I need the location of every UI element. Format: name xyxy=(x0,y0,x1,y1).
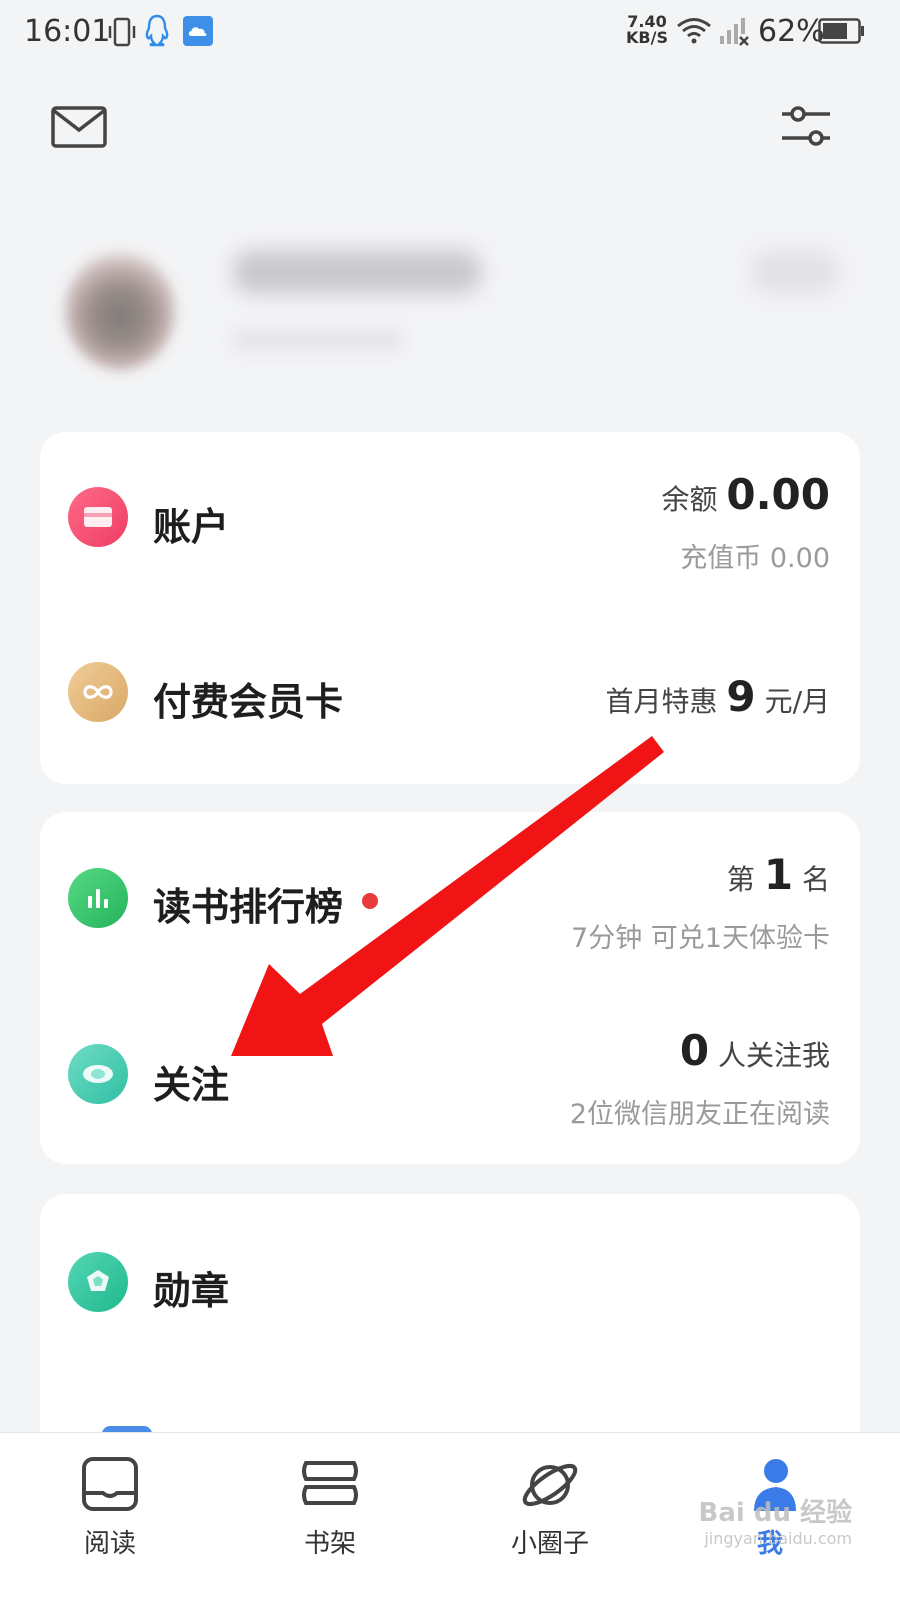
nav-circle-label: 小圈子 xyxy=(510,1529,589,1559)
membership-promo: 首月特惠 9 元/月 xyxy=(606,672,831,721)
medal-label: 勋章 xyxy=(153,1269,230,1313)
book-open-icon xyxy=(82,1457,138,1511)
follow-label: 关注 xyxy=(153,1063,230,1107)
profile-name-blurred xyxy=(232,250,482,294)
account-card: 账户 余额 0.00 充值币 0.00 付费会员卡 首月特惠 9 元/月 xyxy=(40,432,860,784)
balance-value: 0.00 xyxy=(726,470,830,519)
promo-suffix: 元/月 xyxy=(764,685,830,718)
nav-me[interactable]: 我 xyxy=(680,1433,860,1600)
mail-icon[interactable] xyxy=(50,104,108,150)
nav-me-label: 我 xyxy=(756,1529,783,1559)
network-speed: 7.40 KB/S xyxy=(626,12,668,47)
nav-read-label: 阅读 xyxy=(83,1529,136,1559)
notification-dot xyxy=(362,893,378,909)
promo-price: 9 xyxy=(726,672,756,721)
nav-circle[interactable]: 小圈子 xyxy=(460,1433,640,1600)
bookshelf-icon xyxy=(302,1461,358,1505)
profile-header[interactable] xyxy=(0,200,900,410)
medal-row[interactable]: 勋章 xyxy=(40,1194,860,1370)
ranking-label: 读书排行榜 xyxy=(153,885,344,929)
ranking-row[interactable]: 读书排行榜 第 1 名 7分钟 可兑1天体验卡 xyxy=(40,812,860,988)
planet-icon xyxy=(522,1463,578,1507)
follow-sub: 2位微信朋友正在阅读 xyxy=(569,1099,830,1130)
promo-prefix: 首月特惠 xyxy=(605,685,718,718)
rank-value: 1 xyxy=(763,850,794,899)
qq-icon xyxy=(145,14,169,47)
followers-value: 0 xyxy=(679,1026,710,1075)
nav-bookshelf-label: 书架 xyxy=(303,1529,356,1559)
vibrate-icon xyxy=(108,17,136,47)
recharge-coins: 充值币 0.00 xyxy=(680,543,830,574)
avatar[interactable] xyxy=(65,250,175,370)
battery-icon xyxy=(818,18,864,44)
filter-settings-icon[interactable] xyxy=(778,100,834,152)
eye-icon xyxy=(68,1044,128,1104)
balance: 余额 0.00 xyxy=(661,470,830,519)
bar-chart-icon xyxy=(68,868,128,928)
account-label: 账户 xyxy=(153,505,230,549)
signal-icon xyxy=(720,18,749,46)
profile-icon xyxy=(754,1459,796,1511)
rank-prefix: 第 xyxy=(726,863,755,896)
ranking-sub: 7分钟 可兑1天体验卡 xyxy=(571,923,830,954)
follow-row[interactable]: 关注 0 人关注我 2位微信朋友正在阅读 xyxy=(40,988,860,1164)
profile-sub-blurred xyxy=(232,330,402,350)
ranking-position: 第 1 名 xyxy=(727,850,830,899)
battery-percent: 62% xyxy=(758,14,825,49)
profile-action-blurred[interactable] xyxy=(750,250,840,294)
followers-count: 0 人关注我 xyxy=(680,1026,830,1075)
social-card: 读书排行榜 第 1 名 7分钟 可兑1天体验卡 关注 0 人关注我 2位微信朋友… xyxy=(40,812,860,1164)
nav-bookshelf[interactable]: 书架 xyxy=(240,1433,420,1600)
bottom-nav: 阅读 书架 小圈子 我 xyxy=(0,1432,900,1600)
rank-suffix: 名 xyxy=(801,863,830,896)
status-time: 16:01 xyxy=(24,14,111,49)
account-row[interactable]: 账户 余额 0.00 充值币 0.00 xyxy=(40,432,860,608)
membership-label: 付费会员卡 xyxy=(153,680,344,724)
wallet-icon xyxy=(68,487,128,547)
medal-icon xyxy=(68,1252,128,1312)
cloud-icon xyxy=(183,16,213,46)
nav-read[interactable]: 阅读 xyxy=(20,1433,200,1600)
status-bar: 16:01 7.40 KB/S 62% xyxy=(0,0,900,64)
balance-label: 余额 xyxy=(661,483,718,516)
followers-suffix: 人关注我 xyxy=(717,1039,830,1072)
wifi-icon xyxy=(677,18,711,44)
membership-row[interactable]: 付费会员卡 首月特惠 9 元/月 xyxy=(40,608,860,784)
infinity-icon xyxy=(68,662,128,722)
